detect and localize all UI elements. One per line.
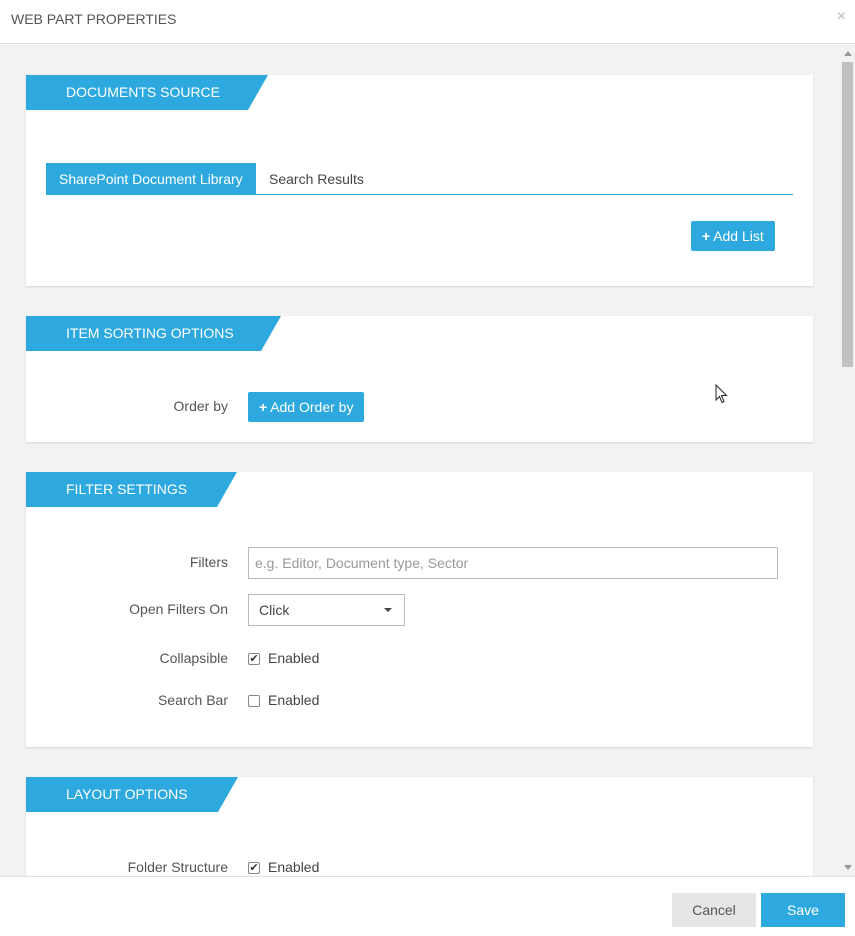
section-title: ITEM SORTING OPTIONS (66, 325, 234, 341)
add-list-button[interactable]: + Add List (691, 221, 775, 251)
checkmark-icon: ✔ (249, 862, 259, 874)
search-bar-label: Search Bar (157, 692, 228, 708)
chevron-down-icon (384, 608, 392, 612)
scroll-down-icon[interactable] (844, 865, 852, 870)
tab-search-results[interactable]: Search Results (256, 163, 377, 195)
section-title: LAYOUT OPTIONS (66, 786, 188, 802)
filter-settings-section: FILTER SETTINGS Filters e.g. Editor, Doc… (26, 472, 813, 747)
documents-source-header: DOCUMENTS SOURCE (26, 75, 268, 110)
tab-sharepoint-document-library[interactable]: SharePoint Document Library (46, 163, 256, 195)
select-value: Click (259, 602, 290, 618)
collapsible-option-label: Enabled (268, 650, 320, 666)
layout-options-section: LAYOUT OPTIONS Folder Structure ✔ Enable… (26, 777, 813, 876)
filter-settings-header: FILTER SETTINGS (26, 472, 237, 507)
plus-icon: + (702, 228, 711, 244)
cancel-button[interactable]: Cancel (672, 893, 756, 927)
dialog-header: WEB PART PROPERTIES × (0, 0, 855, 44)
filters-input[interactable]: e.g. Editor, Document type, Sector (248, 547, 778, 579)
scroll-up-icon[interactable] (844, 51, 852, 56)
save-button[interactable]: Save (761, 893, 845, 927)
vertical-scrollbar[interactable] (841, 45, 855, 876)
item-sorting-section: ITEM SORTING OPTIONS Order by + Add Order… (26, 316, 813, 442)
section-title: FILTER SETTINGS (66, 481, 188, 497)
search-bar-checkbox[interactable] (248, 695, 260, 707)
button-label: Add Order by (270, 399, 354, 415)
open-filters-on-select[interactable]: Click (248, 594, 405, 626)
collapsible-label: Collapsible (159, 650, 228, 666)
close-icon[interactable]: × (837, 8, 846, 26)
scrollbar-thumb[interactable] (842, 62, 853, 367)
order-by-label: Order by (173, 398, 228, 414)
add-order-by-button[interactable]: + Add Order by (248, 392, 365, 422)
documents-source-section: DOCUMENTS SOURCE SharePoint Document Lib… (26, 75, 813, 286)
tab-label: SharePoint Document Library (59, 171, 243, 187)
folder-structure-label: Folder Structure (127, 859, 228, 875)
collapsible-checkbox[interactable]: ✔ (248, 653, 260, 665)
folder-structure-option-label: Enabled (268, 859, 320, 875)
open-filters-on-label: Open Filters On (129, 601, 228, 617)
mouse-cursor-icon (715, 384, 728, 404)
filters-label: Filters (189, 554, 228, 570)
source-tabs: SharePoint Document Library Search Resul… (46, 163, 793, 195)
folder-structure-checkbox[interactable]: ✔ (248, 862, 260, 874)
dialog-footer: Cancel Save (0, 876, 855, 936)
checkmark-icon: ✔ (249, 653, 259, 665)
plus-icon: + (259, 399, 268, 415)
dialog-body: DOCUMENTS SOURCE SharePoint Document Lib… (0, 45, 855, 876)
section-title: DOCUMENTS SOURCE (66, 84, 221, 100)
dialog-title: WEB PART PROPERTIES (11, 11, 177, 27)
layout-options-header: LAYOUT OPTIONS (26, 777, 238, 812)
button-label: Add List (713, 228, 764, 244)
search-bar-option-label: Enabled (268, 692, 320, 708)
item-sorting-header: ITEM SORTING OPTIONS (26, 316, 281, 351)
tab-label: Search Results (269, 171, 364, 187)
